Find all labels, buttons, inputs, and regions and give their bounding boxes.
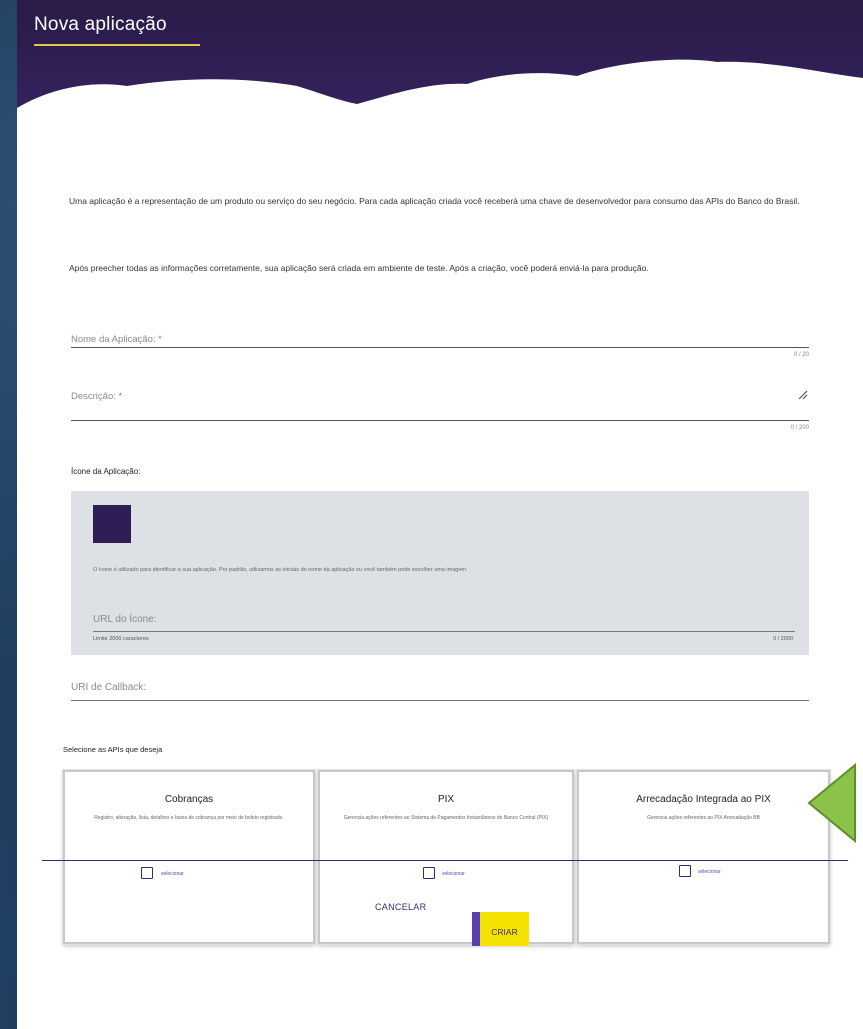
app-icon-preview[interactable] (93, 505, 131, 543)
api-card-cobrancas[interactable]: Cobranças Registro, alteração, lista, de… (63, 770, 315, 944)
intro-paragraph-2: Após preecher todas as informações corre… (69, 263, 649, 273)
callback-label: URI de Callback: (71, 682, 147, 693)
icon-help-text: O ícone é utilizado para identificar a s… (93, 567, 468, 573)
api-select-label[interactable]: selecionar (442, 871, 465, 877)
footer-divider (42, 860, 848, 861)
icon-settings-box: O ícone é utilizado para identificar a s… (71, 491, 809, 655)
icon-section-title: Ícone da Aplicação: (71, 467, 141, 476)
api-card-description: Gerencia ações referentes ao PIX Arrecad… (647, 815, 760, 821)
title-underline (34, 44, 200, 46)
api-card-arrecadacao[interactable]: Arrecadação Integrada ao PIX Gerencia aç… (577, 770, 830, 944)
icon-url-label: URL do Ícone: (93, 614, 157, 625)
api-card-title: Cobranças (164, 794, 214, 805)
description-input[interactable] (71, 420, 809, 421)
form-panel: Uma aplicação é a representação de um pr… (17, 158, 863, 1029)
callback-input[interactable] (71, 700, 809, 701)
description-counter: 0 / 200 (790, 425, 809, 431)
api-select-checkbox[interactable] (423, 867, 435, 879)
intro-paragraph-1: Uma aplicação é a representação de um pr… (69, 196, 800, 206)
create-button[interactable]: CRIAR (472, 912, 529, 946)
api-select-checkbox[interactable] (141, 867, 153, 879)
app-name-counter: 0 / 20 (793, 352, 809, 358)
api-card-title: Arrecadação Integrada ao PIX (636, 794, 771, 805)
api-card-pix[interactable]: PIX Gerencia ações referentes ao Sistema… (318, 770, 574, 944)
page-header: Nova aplicação (17, 0, 863, 160)
icon-url-input[interactable] (93, 631, 795, 632)
api-card-description: Gerencia ações referentes ao Sistema de … (343, 815, 549, 821)
resize-handle-icon[interactable] (798, 390, 808, 400)
api-card-title: PIX (437, 794, 455, 805)
api-select-label[interactable]: selecionar (698, 869, 721, 875)
app-name-input[interactable] (71, 347, 809, 348)
api-select-checkbox[interactable] (679, 865, 691, 877)
description-label: Descrição: * (71, 391, 123, 402)
pointer-arrow-icon (807, 763, 856, 843)
apis-section-title: Selecione as APIs que deseja (63, 745, 163, 754)
cancel-button[interactable]: CANCELAR (375, 902, 426, 912)
api-card-description: Registro, alteração, lista, detalhes e b… (94, 815, 284, 821)
api-select-label[interactable]: selecionar (161, 871, 184, 877)
icon-url-limit: Limite 2000 caracteres (93, 636, 149, 642)
page-title: Nova aplicação (34, 14, 167, 35)
app-name-label: Nome da Aplicação: * (71, 334, 162, 345)
icon-url-counter: 0 / 2000 (773, 636, 793, 642)
